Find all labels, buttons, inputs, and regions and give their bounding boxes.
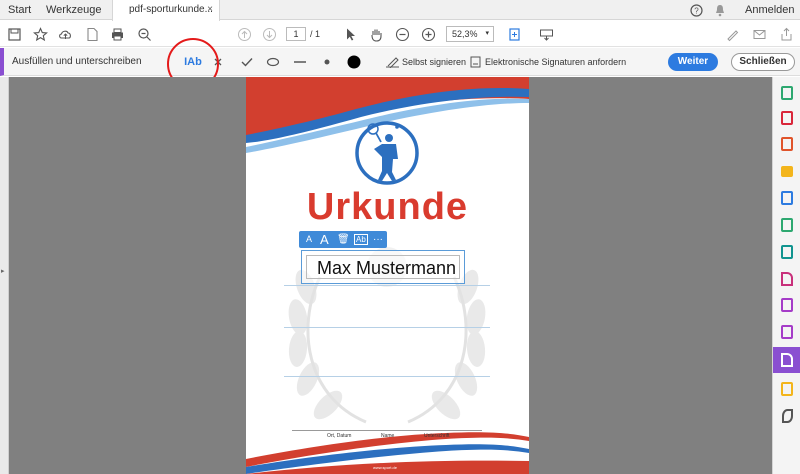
footer-url: www.sport.de (373, 465, 398, 470)
close-icon[interactable]: × (207, 0, 213, 20)
check-mark-icon[interactable] (239, 52, 255, 72)
prev-page-icon[interactable] (234, 21, 254, 47)
place-date-label: Ort, Datum (327, 433, 352, 439)
name-text-field[interactable]: Max Mustermann (301, 250, 465, 284)
line-icon[interactable] (292, 52, 308, 72)
help-icon[interactable]: ? (690, 0, 703, 20)
tab-tools[interactable]: Werkzeuge (46, 0, 101, 20)
save-icon[interactable] (4, 21, 24, 47)
star-icon[interactable] (30, 21, 50, 47)
zoom-select[interactable]: 52,3% ▾ (446, 26, 494, 42)
fill-sign-icon[interactable] (773, 347, 800, 373)
close-button[interactable]: Schließen (731, 53, 795, 71)
create-pdf-icon[interactable] (773, 82, 800, 104)
protect-icon[interactable] (773, 294, 800, 316)
prepare-form-icon[interactable] (773, 321, 800, 343)
increase-font-button[interactable]: A (320, 231, 329, 248)
ellipse-icon[interactable] (264, 52, 282, 72)
main-toolbar: 1 / 1 52,3% ▾ (0, 21, 800, 47)
color-picker-icon[interactable] (345, 52, 363, 72)
more-tools-icon[interactable] (773, 405, 800, 427)
export-pdf-icon[interactable] (773, 133, 800, 155)
dot-icon[interactable] (320, 52, 334, 72)
more-icon[interactable]: ··· (373, 231, 383, 248)
organize-pages-icon[interactable] (773, 107, 800, 129)
decrease-font-button[interactable]: A (306, 231, 312, 248)
hand-tool-icon[interactable] (366, 21, 386, 47)
select-pointer-icon[interactable] (340, 21, 360, 47)
trash-icon[interactable]: 🗑 (337, 231, 350, 248)
mail-icon[interactable] (749, 21, 769, 47)
chevron-right-icon: ▸ (1, 268, 5, 275)
name-field-value: Max Mustermann (317, 258, 457, 278)
comment-icon[interactable] (773, 160, 800, 182)
tab-document[interactable]: pdf-sporturkunde... × (112, 0, 220, 21)
text-edit-minibar: A A 🗑 Ab ··· (299, 231, 387, 248)
signature-line (292, 430, 482, 431)
divider-line (284, 376, 490, 377)
send-for-review-icon[interactable] (773, 378, 800, 400)
chevron-down-icon: ▾ (485, 30, 489, 37)
edit-pdf-icon[interactable] (773, 214, 800, 236)
request-sign-icon[interactable] (773, 268, 800, 290)
continue-button[interactable]: Weiter (668, 53, 718, 71)
divider-line (284, 285, 490, 286)
self-sign-pen-icon[interactable] (384, 52, 402, 72)
zoom-in-icon[interactable] (418, 21, 438, 47)
zoom-search-icon[interactable] (134, 21, 154, 47)
document-lock-icon[interactable] (82, 21, 102, 47)
divider-line (284, 327, 490, 328)
name-text-field-inner: Max Mustermann (306, 255, 460, 279)
tab-start[interactable]: Start (8, 0, 31, 20)
tab-document-label: pdf-sporturkunde... (129, 4, 213, 15)
signin-link[interactable]: Anmelden (745, 0, 795, 20)
bell-icon[interactable] (714, 0, 726, 20)
fill-sign-toolbar: Ausfüllen und unterschreiben IAb Selbst … (0, 48, 800, 76)
keyboard-icon[interactable] (536, 21, 556, 47)
tab-bar: Start Werkzeuge pdf-sporturkunde... × ? … (0, 0, 800, 21)
combine-files-icon[interactable] (773, 187, 800, 209)
field-type-icon[interactable]: Ab (354, 234, 368, 245)
certificate-page: Urkunde A A 🗑 Ab ··· Max Mustermann Ort,… (246, 77, 529, 474)
print-icon[interactable] (107, 21, 127, 47)
signature-label: Unterschrift (424, 433, 450, 439)
self-sign-button[interactable]: Selbst signieren (402, 48, 466, 76)
fit-page-icon[interactable] (504, 21, 524, 47)
right-tools-panel (772, 77, 800, 474)
page-number-input[interactable]: 1 (286, 27, 306, 41)
request-signatures-button[interactable]: Elektronische Signaturen anfordern (485, 48, 626, 76)
zoom-out-icon[interactable] (392, 21, 412, 47)
certificate-heading: Urkunde (306, 186, 469, 228)
sign-pen-icon[interactable] (722, 21, 742, 47)
left-panel-toggle[interactable]: ▸ (0, 77, 9, 474)
next-page-icon[interactable] (259, 21, 279, 47)
page-count: / 1 (310, 29, 321, 39)
fill-sign-title: Ausfüllen und unterschreiben (12, 56, 142, 67)
upload-cloud-icon[interactable] (55, 21, 75, 47)
request-signature-icon[interactable] (468, 52, 482, 72)
svg-text:?: ? (694, 7, 699, 16)
name-label: Name (381, 433, 395, 439)
compare-icon[interactable] (773, 241, 800, 263)
zoom-value: 52,3% (452, 29, 478, 39)
share-icon[interactable] (776, 21, 796, 47)
